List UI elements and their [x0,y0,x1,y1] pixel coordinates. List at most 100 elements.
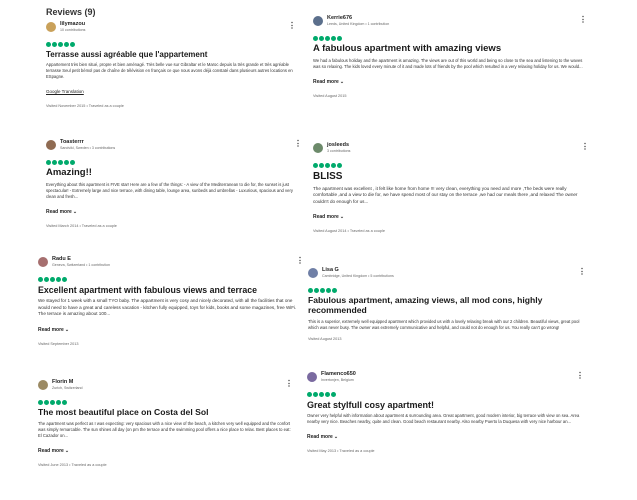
reviewer-name[interactable]: Radu E [52,256,71,262]
review-header: josleeds 3 contributions ⋮ [313,142,589,161]
rating-bubble [308,288,313,293]
review-body: Everything about this apartment is FIVE … [46,181,293,199]
rating-bubble [331,36,336,41]
rating-bubble [38,277,43,282]
reviewer-name[interactable]: Lisa G [322,267,339,273]
review-title[interactable]: The most beautiful place on Costa del So… [38,407,293,418]
review-card: Toasterrr Sandvikl, Sweden • 3 contribut… [46,139,302,228]
rating-bubble [44,277,49,282]
read-more-label: Read more [38,326,64,333]
review-title[interactable]: Excellent apartment with fabulous views … [38,285,304,295]
rating-bubble [313,392,318,397]
rating-bubbles [308,288,586,293]
more-options-icon[interactable]: ⋮ [285,380,293,388]
rating-bubble [320,288,325,293]
rating-bubble [325,392,330,397]
reviewer-name[interactable]: josleeds [327,142,349,148]
more-options-icon[interactable]: ⋮ [579,16,587,24]
reviewer-name[interactable]: lilymazou [60,21,85,27]
rating-bubble [64,42,69,47]
review-card: Florin M Zurich, Switzerland ⋮ The most … [38,379,293,467]
avatar[interactable] [313,16,323,26]
reviewer-meta: Zurich, Switzerland [52,386,83,390]
rating-bubble [319,163,324,168]
rating-bubbles [313,36,587,41]
chevron-down-icon: ⌄ [64,447,70,454]
reviewer-name[interactable]: Kerrie676 [327,15,352,21]
chevron-down-icon: ⌄ [339,214,345,220]
more-options-icon[interactable]: ⋮ [581,143,589,151]
more-options-icon[interactable]: ⋮ [296,257,304,265]
rating-bubbles [307,392,584,397]
review-date: Visited November 2015 • Traveled as a co… [46,104,124,109]
review-header: Toasterrr Sandvikl, Sweden • 3 contribut… [46,139,302,158]
read-more-label: Read more [38,447,64,454]
reviewer-meta: Leeds, United Kingdom • 1 contribution [327,22,390,26]
read-more-link[interactable]: Read more⌄ [38,448,69,454]
more-options-icon[interactable]: ⋮ [294,140,302,148]
chevron-down-icon: ⌄ [64,326,70,333]
rating-bubble [332,288,337,293]
avatar[interactable] [38,380,48,390]
reviewer-meta: Cambridge, United Kingdom • 5 contributi… [322,274,394,278]
review-header: Radu E Geneva, Switzerland • 1 contribut… [38,256,304,275]
avatar[interactable] [308,268,318,278]
rating-bubble [50,400,55,405]
review-title[interactable]: Terrasse aussi agréable que l'appartemen… [46,50,296,59]
avatar[interactable] [307,372,317,382]
review-card: lilymazou 10 contributions ⋮ Terrasse au… [46,21,296,109]
rating-bubble [313,163,318,168]
rating-bubble [313,36,318,41]
rating-bubble [337,36,342,41]
review-body: Appartement très bien situé, propre et b… [46,62,293,80]
read-more-link[interactable]: Read more⌄ [307,434,338,440]
read-more-link[interactable]: Read more⌄ [313,79,344,85]
rating-bubble [62,277,67,282]
review-card: Lisa G Cambridge, United Kingdom • 5 con… [308,267,586,341]
read-more-link[interactable]: Read more⌄ [313,214,344,220]
rating-bubble [70,160,75,165]
chevron-down-icon: ⌄ [333,434,339,441]
review-body: We had a fabulous holiday and the apartm… [313,57,583,69]
reviewer-name[interactable]: Toasterrr [60,139,84,145]
rating-bubble [46,160,51,165]
rating-bubbles [38,400,293,405]
avatar[interactable] [46,22,56,32]
review-card: Kerrie676 Leeds, United Kingdom • 1 cont… [313,15,587,98]
more-options-icon[interactable]: ⋮ [576,372,584,380]
chevron-down-icon: ⌄ [72,208,78,215]
read-more-link[interactable]: Read more⌄ [38,327,69,333]
rating-bubble [58,42,63,47]
read-more-link[interactable]: Read more⌄ [46,209,77,215]
avatar[interactable] [313,143,323,153]
rating-bubble [64,160,69,165]
read-more-label: Read more [46,208,72,215]
more-options-icon[interactable]: ⋮ [288,22,296,30]
reviewer-name[interactable]: Flamenco650 [321,371,356,377]
rating-bubble [337,163,342,168]
read-more-label: Read more [307,434,333,441]
review-card: Flamenco650 Invertonjen, Belgium ⋮ Great… [307,371,584,453]
review-date: Visited August 2014 • Traveled as a coup… [313,229,385,233]
rating-bubble [307,392,312,397]
google-translation-link[interactable]: Google Translation [46,89,84,94]
review-title[interactable]: BLISS [313,171,589,183]
rating-bubble [50,277,55,282]
reviewer-name[interactable]: Florin M [52,379,73,385]
more-options-icon[interactable]: ⋮ [578,268,586,276]
review-header: Flamenco650 Invertonjen, Belgium ⋮ [307,371,584,390]
read-more-label: Read more [313,78,339,85]
review-date: Visited March 2014 • Traveled as a coupl… [46,223,117,228]
avatar[interactable] [46,140,56,150]
rating-bubble [58,160,63,165]
rating-bubble [326,288,331,293]
review-title[interactable]: A fabulous apartment with amazing views [313,43,587,55]
review-body: The apartment was perfect as I was expec… [38,420,291,438]
review-card: Radu E Geneva, Switzerland • 1 contribut… [38,256,304,346]
rating-bubbles [38,277,304,282]
avatar[interactable] [38,257,48,267]
review-title[interactable]: Fabulous apartment, amazing views, all m… [308,295,586,316]
rating-bubble [56,400,61,405]
review-title[interactable]: Amazing!! [46,167,302,179]
review-title[interactable]: Great stylfull cosy apartment! [307,400,584,410]
